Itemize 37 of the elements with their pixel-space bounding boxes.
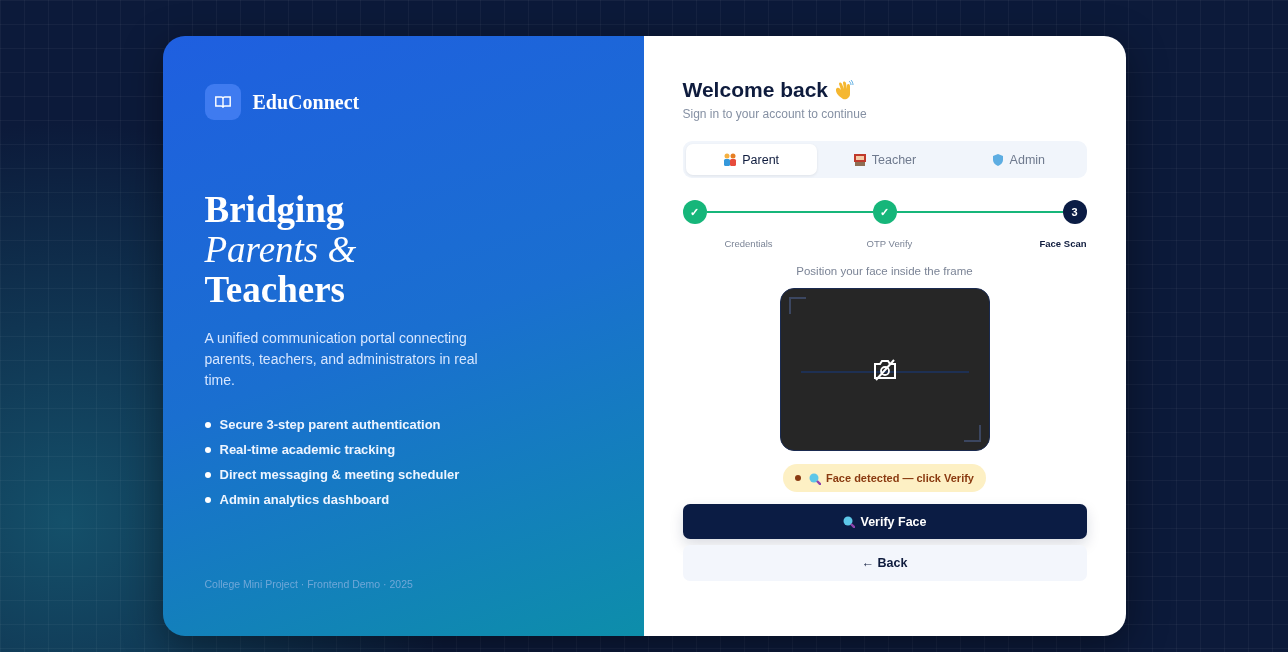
back-button[interactable]: ← Back — [682, 545, 1087, 581]
hero-description: A unified communication portal connecting parents, teachers, and administrators in real time. — [204, 329, 479, 390]
feature-text: Admin analytics dashboard — [219, 492, 390, 507]
status-dot — [795, 475, 801, 481]
feature-text: Secure 3-step parent authentication — [219, 417, 441, 432]
waving-hand-icon — [834, 80, 854, 100]
footer-note: College Mini Project · Frontend Demo · 2025 — [204, 578, 414, 590]
step-label: Face Scan — [1038, 238, 1087, 249]
feature-text: Real-time academic tracking — [219, 442, 396, 457]
bullet-dot — [204, 446, 211, 453]
book-icon — [213, 94, 232, 110]
step-done-marker: ✓ — [872, 200, 897, 224]
bullet-dot — [204, 496, 211, 503]
step-label: Credentials — [723, 238, 774, 249]
welcome-title: Welcome back — [682, 78, 828, 102]
shield-icon — [990, 152, 1005, 167]
scan-hint: Position your face inside the frame — [795, 265, 974, 277]
role-tab[interactable]: Teacher — [818, 144, 951, 175]
welcome-subtitle: Sign in to your account to continue — [682, 107, 868, 121]
magnifier-icon — [842, 515, 856, 528]
role-tab[interactable]: Admin — [952, 144, 1084, 175]
board-icon — [852, 152, 867, 167]
bullet-dot — [204, 471, 211, 478]
hero-title-line: Bridging — [204, 190, 345, 230]
feature-text: Direct messaging & meeting scheduler — [219, 467, 460, 482]
step-done-marker: ✓ — [682, 200, 707, 224]
step-label: OTP Verify — [865, 238, 914, 249]
role-tab[interactable]: Parent — [685, 144, 817, 175]
bullet-dot — [204, 421, 211, 428]
brand-name: EduConnect — [252, 90, 360, 114]
hero-title-line: Parents & — [204, 230, 357, 270]
verify-face-button[interactable]: Verify Face — [682, 504, 1087, 539]
step-number: 3 — [1062, 200, 1087, 224]
status-text: Face detected — click Verify — [826, 472, 974, 484]
family-icon — [723, 152, 738, 167]
hero-title-line: Teachers — [204, 270, 345, 310]
magnifier-icon — [808, 471, 821, 485]
